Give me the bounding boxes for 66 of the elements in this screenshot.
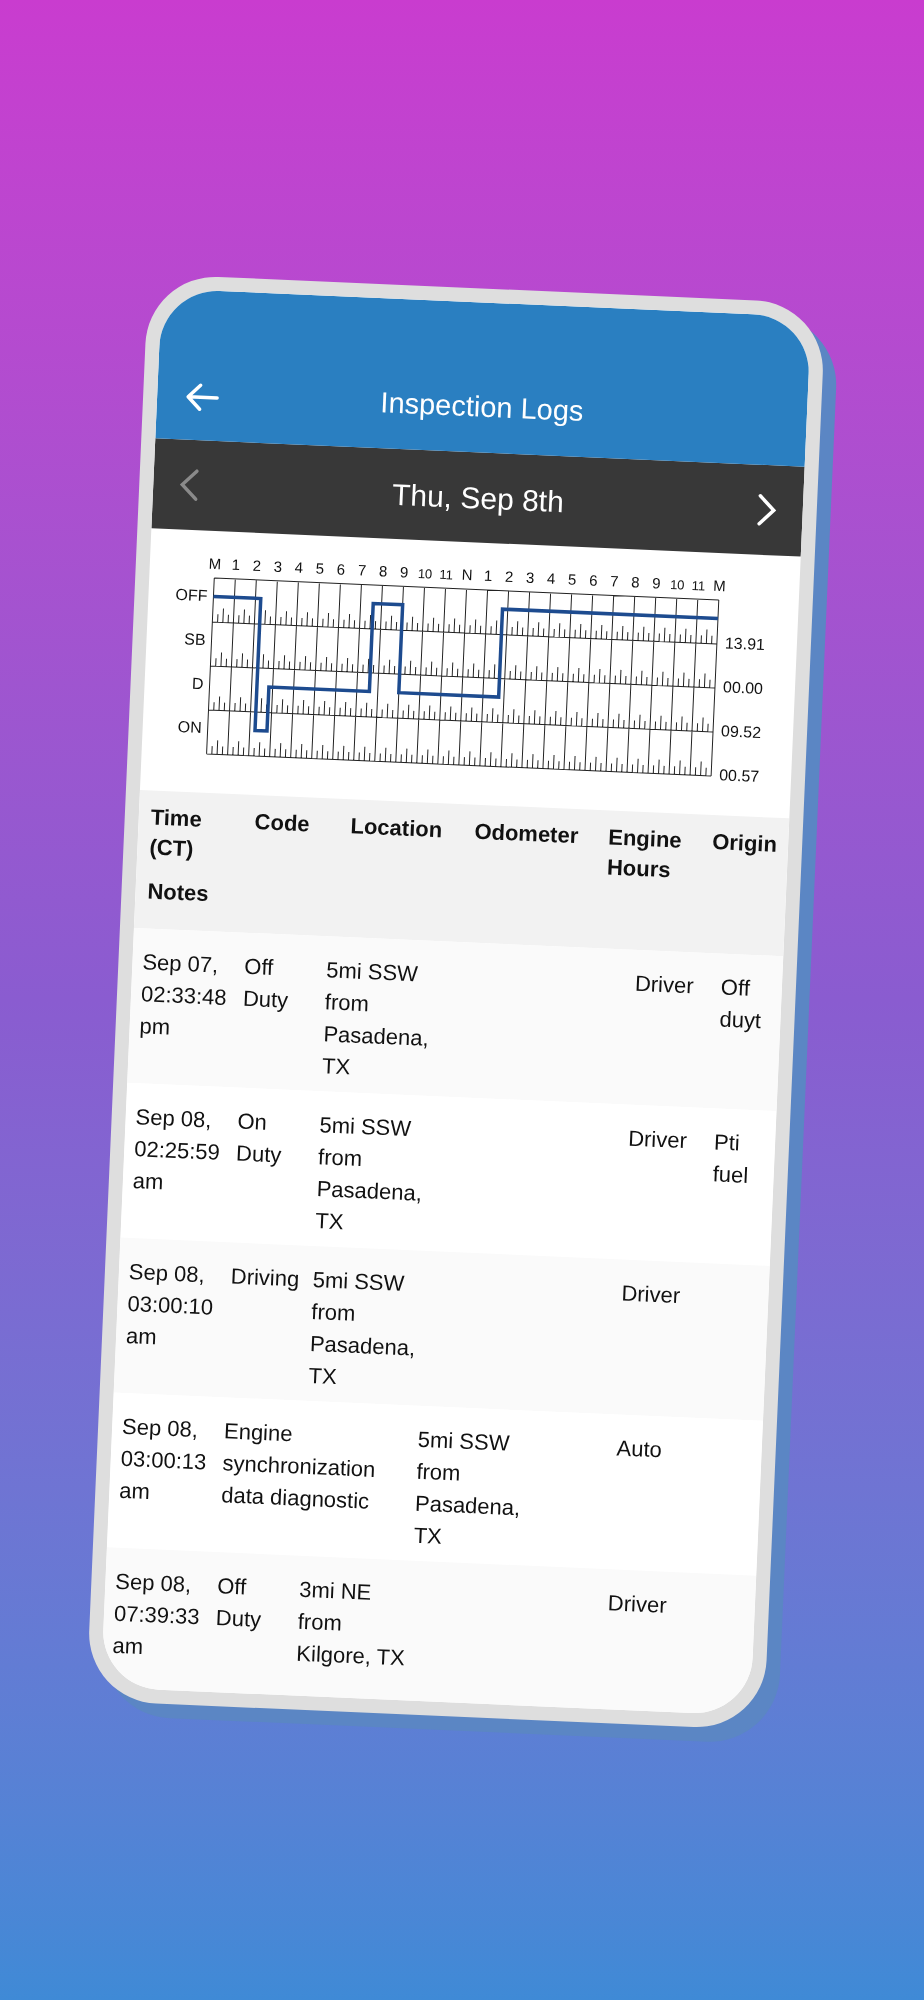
hour-label: 9 xyxy=(651,574,661,592)
table-cell-text: Driver xyxy=(634,969,696,1001)
table-cell-text: Pti fuel xyxy=(712,1128,750,1190)
status-label: ON xyxy=(177,718,203,737)
table-cell-text: Driver xyxy=(620,1279,682,1311)
hour-label: 8 xyxy=(378,562,388,580)
chevron-right-icon[interactable] xyxy=(756,492,778,528)
hour-label: 5 xyxy=(567,570,577,588)
date-label: Thu, Sep 8th xyxy=(391,476,565,520)
hour-label: 10 xyxy=(669,576,685,593)
hour-label: N xyxy=(461,565,473,584)
table-cell-text: 5mi SSW from Pasadena, TX xyxy=(320,956,431,1082)
column-header: Odometer xyxy=(472,817,580,851)
table-cell-text: Sep 08, 07:39:33 am xyxy=(111,1567,202,1661)
total-hours: 00.57 xyxy=(718,766,760,785)
column-header: Engine Hours xyxy=(605,823,684,885)
table-cell-text: Driving xyxy=(229,1262,301,1294)
screen-title: Inspection Logs xyxy=(379,385,585,429)
table-cell-text: Off duyt xyxy=(718,973,763,1036)
table-cell-text: Off Duty xyxy=(241,952,290,1015)
table-cell-text: Driver xyxy=(607,1589,669,1620)
hour-label: 10 xyxy=(417,565,433,582)
table-cell-text: 5mi SSW from Pasadena, TX xyxy=(307,1266,417,1392)
table-cell-text: 5mi SSW from Pasadena, TX xyxy=(412,1425,522,1551)
status-label: OFF xyxy=(175,585,208,605)
hour-label: 6 xyxy=(336,560,346,578)
column-header: Notes xyxy=(147,878,210,907)
table-cell-text: Sep 07, 02:33:48 pm xyxy=(138,948,229,1042)
table-cell-text: 5mi SSW from Pasadena, TX xyxy=(313,1111,424,1237)
hour-label: 4 xyxy=(294,558,304,576)
hour-label: 3 xyxy=(525,568,535,586)
status-label: D xyxy=(191,674,204,693)
back-arrow-icon[interactable] xyxy=(184,381,220,414)
hour-label: 8 xyxy=(630,573,640,591)
column-header: Time (CT) xyxy=(148,803,204,864)
hour-label: M xyxy=(208,554,222,573)
hour-label: 4 xyxy=(546,569,556,587)
hour-label: 1 xyxy=(231,555,241,574)
table-cell-text: Sep 08, 03:00:10 am xyxy=(125,1258,215,1352)
hour-label: 1 xyxy=(483,566,493,585)
total-hours: 00.00 xyxy=(722,678,764,698)
column-header: Code xyxy=(253,808,312,839)
hour-label: 11 xyxy=(439,566,454,583)
table-cell-text: Off Duty xyxy=(214,1572,263,1635)
table-cell-text: Sep 08, 03:00:13 am xyxy=(118,1412,208,1507)
hour-label: 9 xyxy=(399,563,409,581)
hour-label: 7 xyxy=(357,561,367,579)
hour-label: 5 xyxy=(315,559,325,577)
column-header: Location xyxy=(349,812,444,845)
total-hours: 09.52 xyxy=(720,722,762,742)
hour-label: 7 xyxy=(609,572,619,590)
table-cell-text: Auto xyxy=(616,1434,664,1465)
hour-label: M xyxy=(712,576,727,595)
table-cell-text: Engine synchronization data diagnostic xyxy=(219,1417,377,1516)
hour-label: 6 xyxy=(588,571,598,589)
table-cell-text: Driver xyxy=(627,1124,689,1156)
hour-label: 2 xyxy=(252,556,262,575)
table-cell-text: On Duty xyxy=(234,1107,283,1170)
hour-label: 2 xyxy=(504,567,514,586)
column-header: Origin xyxy=(710,828,779,859)
total-hours: 13.91 xyxy=(724,634,766,654)
hour-label: 11 xyxy=(691,577,706,594)
hour-label: 3 xyxy=(273,557,283,575)
table-cell-text: Sep 08, 02:25:59 am xyxy=(132,1103,222,1197)
table-cell-text: 3mi NE from Kilgore, TX xyxy=(294,1575,407,1673)
status-label: SB xyxy=(183,630,206,649)
